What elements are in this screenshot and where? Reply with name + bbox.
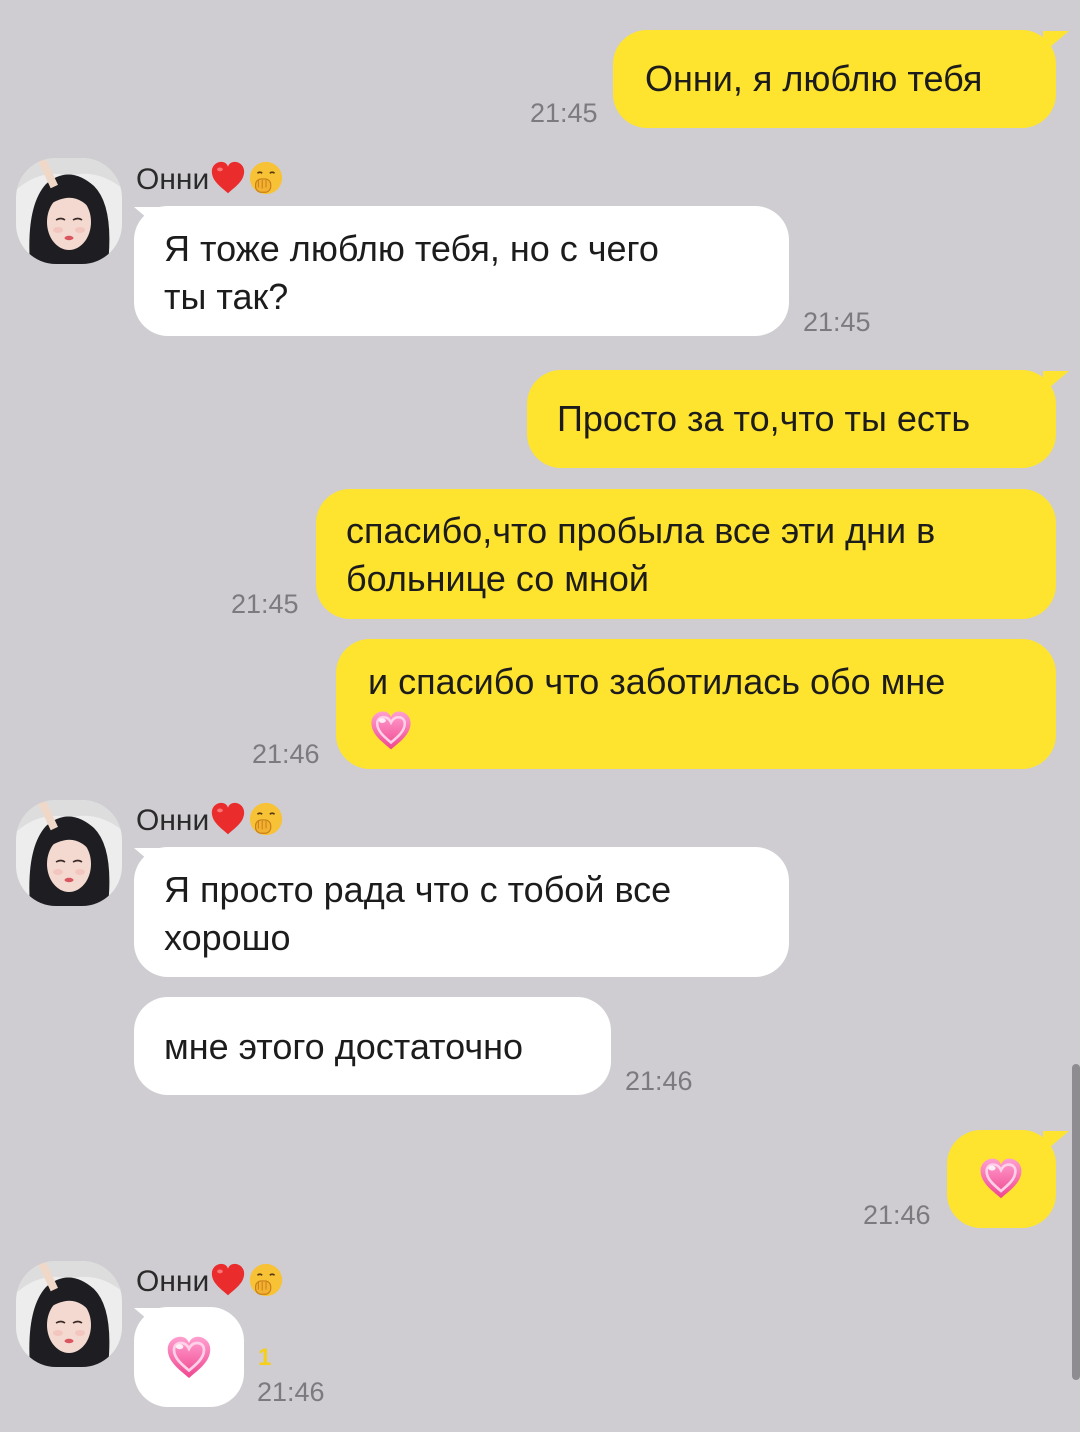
message-bubble-incoming[interactable]: мне этого достаточно (134, 997, 611, 1095)
message-time: 21:46 (625, 1066, 693, 1096)
message-bubble-outgoing[interactable] (947, 1130, 1056, 1228)
red-heart-icon (209, 1261, 247, 1299)
message-text: мне этого достаточно (164, 1026, 524, 1067)
sender-name: Онни (136, 801, 285, 841)
message-time: 21:46 (257, 1377, 325, 1407)
sparkling-heart-icon (164, 1333, 214, 1383)
unread-count: 1 (258, 1344, 272, 1371)
avatar[interactable] (16, 800, 122, 906)
avatar[interactable] (16, 158, 122, 264)
hand-over-mouth-face-icon (247, 1261, 285, 1299)
sender-name-text: Онни (136, 163, 210, 196)
message-time: 21:45 (530, 98, 598, 128)
sparkling-heart-icon (977, 1155, 1025, 1203)
sender-name: Онни (136, 1262, 285, 1302)
message-text-line: ты так? (164, 276, 289, 317)
message-bubble-outgoing[interactable]: Онни, я люблю тебя (613, 30, 1056, 128)
message-text-line: больнице со мной (346, 558, 650, 599)
message-bubble-incoming[interactable]: Я тоже люблю тебя, но с чего ты так? (134, 206, 789, 336)
message-text: Просто за то,что ты есть (557, 398, 971, 439)
sender-name-text: Онни (136, 1265, 210, 1298)
message-text-line: Я тоже люблю тебя, но с чего (164, 228, 659, 269)
sender-name-text: Онни (136, 804, 210, 837)
hand-over-mouth-face-icon (247, 159, 285, 197)
hand-over-mouth-face-icon (247, 800, 285, 838)
bubble-tail (1043, 1131, 1069, 1153)
red-heart-icon (209, 159, 247, 197)
message-bubble-outgoing[interactable]: спасибо,что пробыла все эти дни в больни… (316, 489, 1056, 619)
scrollbar[interactable] (1072, 1064, 1080, 1380)
message-text-line: хорошо (164, 917, 291, 958)
sparkling-heart-icon (368, 708, 414, 754)
message-bubble-outgoing[interactable]: Просто за то,что ты есть (527, 370, 1056, 468)
message-time: 21:45 (803, 307, 871, 337)
red-heart-icon (209, 800, 247, 838)
message-time: 21:46 (252, 739, 320, 769)
avatar[interactable] (16, 1261, 122, 1367)
message-text-line: спасибо,что пробыла все эти дни в (346, 510, 936, 551)
message-time: 21:46 (863, 1200, 931, 1230)
sender-name: Онни (136, 160, 285, 200)
message-bubble-outgoing[interactable]: и спасибо что заботилась обо мне (336, 639, 1056, 769)
message-bubble-incoming[interactable] (134, 1307, 244, 1407)
message-text-line: и спасибо что заботилась обо мне (368, 661, 946, 702)
message-text: Онни, я люблю тебя (645, 58, 983, 99)
message-bubble-incoming[interactable]: Я просто рада что с тобой все хорошо (134, 847, 789, 977)
message-time: 21:45 (231, 589, 299, 619)
message-text-line: Я просто рада что с тобой все (164, 869, 672, 910)
